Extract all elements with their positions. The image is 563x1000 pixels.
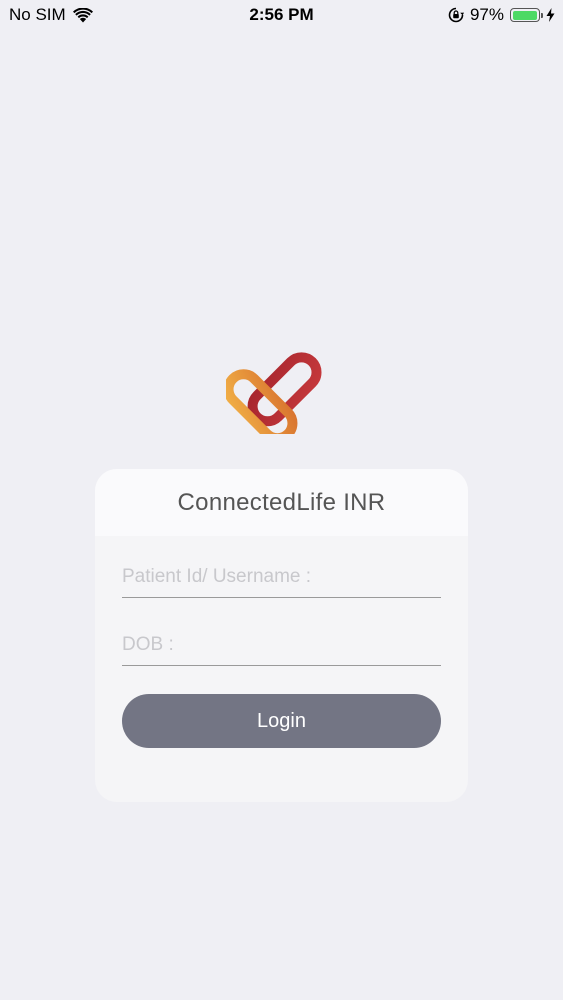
battery-percent: 97% (469, 5, 504, 24)
dob-input[interactable] (122, 625, 441, 665)
battery-icon (510, 8, 543, 22)
connectedlife-logo-icon (226, 352, 322, 434)
orientation-lock-icon (448, 7, 464, 23)
app-title: ConnectedLife INR (95, 469, 468, 536)
login-button[interactable]: Login (122, 694, 441, 748)
status-bar: No SIM 2:56 PM 97% (0, 0, 563, 30)
battery-level-fill (512, 10, 537, 20)
dob-field[interactable] (122, 625, 441, 666)
username-input[interactable] (122, 557, 441, 597)
login-card: ConnectedLife INR Login (95, 469, 468, 802)
status-right: 97% (448, 5, 555, 25)
username-field[interactable] (122, 557, 441, 598)
login-screen: No SIM 2:56 PM 97% ConnectedLife INR Pat… (0, 0, 563, 1000)
battery-tip (541, 12, 543, 18)
charging-bolt-icon (546, 8, 555, 22)
